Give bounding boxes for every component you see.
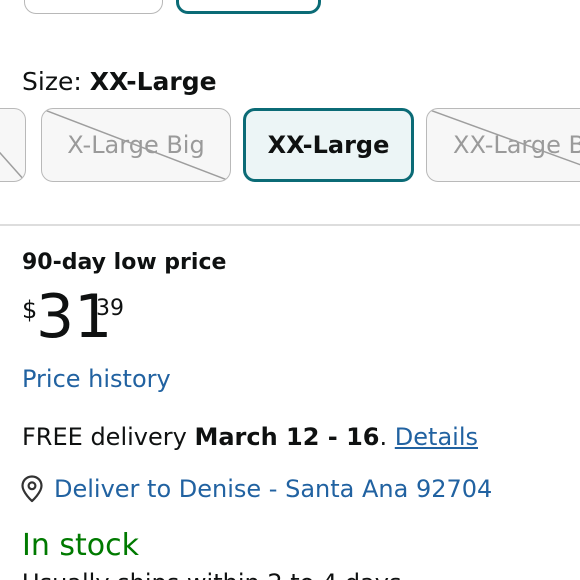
delivery-prefix: FREE delivery	[22, 423, 195, 451]
variant-swatch-selected[interactable]	[176, 0, 321, 14]
stock-status: In stock	[22, 528, 140, 563]
delivery-info: FREE delivery March 12 - 16. Details	[22, 420, 478, 454]
delivery-details-link[interactable]: Details	[395, 423, 478, 451]
strikethrough-line	[42, 109, 230, 181]
delivery-separator: .	[379, 423, 395, 451]
strikethrough-line	[0, 109, 25, 181]
deliver-to-location[interactable]: Deliver to Denise - Santa Ana 92704	[20, 472, 492, 506]
size-option-x-large-big[interactable]: X-Large Big	[41, 108, 231, 182]
size-option-label: XX-Large	[267, 131, 390, 159]
shipping-note: Usually ships within 2 to 4 days	[22, 566, 402, 580]
size-label: Size: XX-Large	[22, 66, 217, 98]
low-price-badge: 90-day low price	[22, 250, 227, 275]
size-option-xx-large-big[interactable]: XX-Large B	[426, 108, 580, 182]
price-fraction: 39	[96, 296, 124, 321]
size-option-xx-large-selected[interactable]: XX-Large	[243, 108, 414, 182]
deliver-to-text: Deliver to Denise - Santa Ana 92704	[54, 475, 493, 503]
size-option-unavailable[interactable]	[0, 108, 26, 182]
size-selected-value: XX-Large	[89, 67, 217, 96]
product-detail-page: Size: XX-Large X-Large Big XX-Large XX-L…	[0, 0, 580, 580]
section-divider	[0, 224, 580, 226]
price-history-link[interactable]: Price history	[22, 362, 171, 396]
delivery-date: March 12 - 16	[194, 423, 380, 451]
location-pin-icon	[21, 475, 43, 503]
price-currency-symbol: $	[22, 296, 38, 324]
size-label-text: Size:	[22, 67, 82, 96]
strikethrough-line	[427, 109, 580, 181]
variant-swatch[interactable]	[24, 0, 163, 14]
